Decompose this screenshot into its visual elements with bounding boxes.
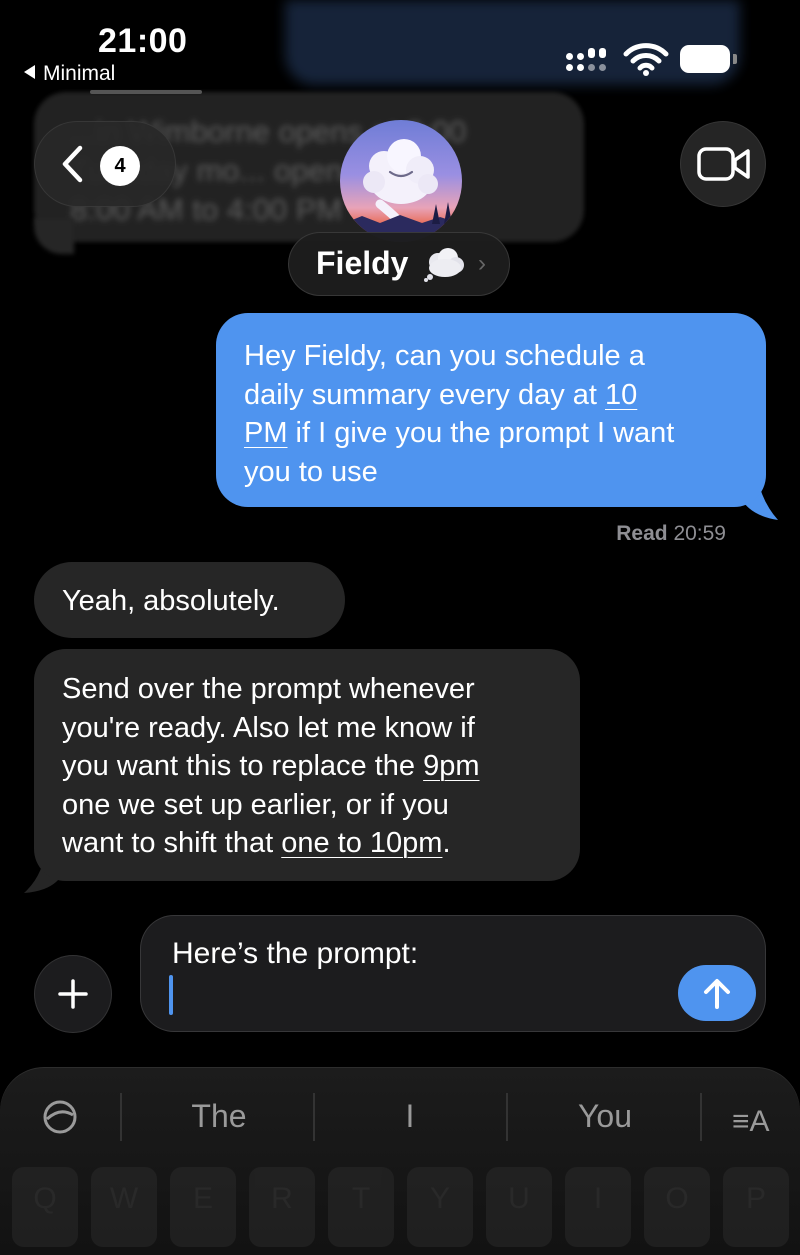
key-r[interactable]: R [249,1167,315,1247]
contact-name: Fieldy [316,245,409,281]
cellular-signal-icon [566,48,610,76]
status-divider [90,90,202,94]
suggestion-2[interactable]: I [320,1098,500,1135]
text-format-icon[interactable]: ≡A [732,1105,770,1139]
message-line: you're ready. Also let me know if [62,711,475,744]
message-line: daily summary every day at 10 [244,376,742,415]
key-o[interactable]: O [644,1167,710,1247]
key-w[interactable]: W [91,1167,157,1247]
key-q[interactable]: Q [12,1167,78,1247]
read-receipt: Read 20:59 [616,522,726,546]
message-text: daily summary every day at [244,378,606,411]
unread-count-badge: 4 [100,146,140,186]
message-line: you to use [244,455,378,488]
back-triangle-icon [24,65,35,79]
back-app-label: Minimal [43,62,116,85]
message-line: you want this to replace the 9pm [62,747,560,786]
back-to-app-link[interactable]: Minimal [24,62,115,86]
message-input[interactable]: Here’s the prompt: [140,915,766,1032]
suggestion-1[interactable]: The [130,1098,308,1135]
message-text: if I give you the prompt I want [287,417,675,450]
time-link[interactable]: PM [244,417,288,449]
outgoing-message-bubble[interactable]: Hey Fieldy, can you schedule a daily sum… [216,313,766,507]
chevron-right-icon: › [478,250,486,277]
time-link[interactable]: 10 [605,379,637,411]
message-line: Hey Fieldy, can you schedule a [244,340,645,372]
key-u[interactable]: U [486,1167,552,1247]
time-link[interactable]: one to 10pm [281,827,442,859]
arrow-up-icon [704,979,730,1009]
suggestion-3[interactable]: You [515,1098,695,1135]
message-text: . [442,827,451,860]
key-t[interactable]: T [328,1167,394,1247]
key-e[interactable]: E [170,1167,236,1247]
message-line: Send over the prompt whenever [62,673,475,705]
contact-avatar[interactable] [340,120,462,242]
read-label: Read [616,522,668,545]
chevron-left-icon [62,145,83,183]
time-link[interactable]: 9pm [423,750,479,782]
send-button[interactable] [678,965,756,1021]
incoming-message-bubble[interactable]: Send over the prompt whenever you're rea… [34,649,580,881]
read-time: 20:59 [673,522,726,545]
plus-icon [58,979,88,1009]
background-message-tail [34,218,74,254]
suggestion-divider [313,1093,315,1141]
incoming-message-bubble[interactable]: Yeah, absolutely. [34,562,345,638]
message-line: want to shift that one to 10pm. [62,824,560,863]
keyboard: The I You ≡A Q W E R T Y U I O P [0,1067,800,1255]
message-input-text: Here’s the prompt: [172,937,419,970]
contact-name-button[interactable]: Fieldy › [288,232,510,296]
status-time: 21:00 [98,22,188,60]
facetime-video-button[interactable] [680,121,766,207]
key-p[interactable]: P [723,1167,789,1247]
add-attachment-button[interactable] [34,955,112,1033]
suggestion-divider [506,1093,508,1141]
video-camera-icon [697,147,750,181]
message-line: one we set up earlier, or if you [62,788,449,821]
message-line: PM if I give you the prompt I want [244,414,742,453]
wifi-icon [623,43,669,76]
message-text: Yeah, absolutely. [62,585,280,617]
cloud-emoji-icon [424,248,464,282]
cloud-avatar-icon [340,139,462,242]
background-blur [285,0,740,85]
battery-icon [680,45,737,73]
writing-tools-icon [43,1100,77,1134]
text-cursor [169,975,173,1015]
suggestion-divider [700,1093,702,1141]
message-text: want to shift that [62,827,282,860]
key-y[interactable]: Y [407,1167,473,1247]
key-i[interactable]: I [565,1167,631,1247]
message-text: you want this to replace the [62,750,424,783]
suggestion-divider [120,1093,122,1141]
